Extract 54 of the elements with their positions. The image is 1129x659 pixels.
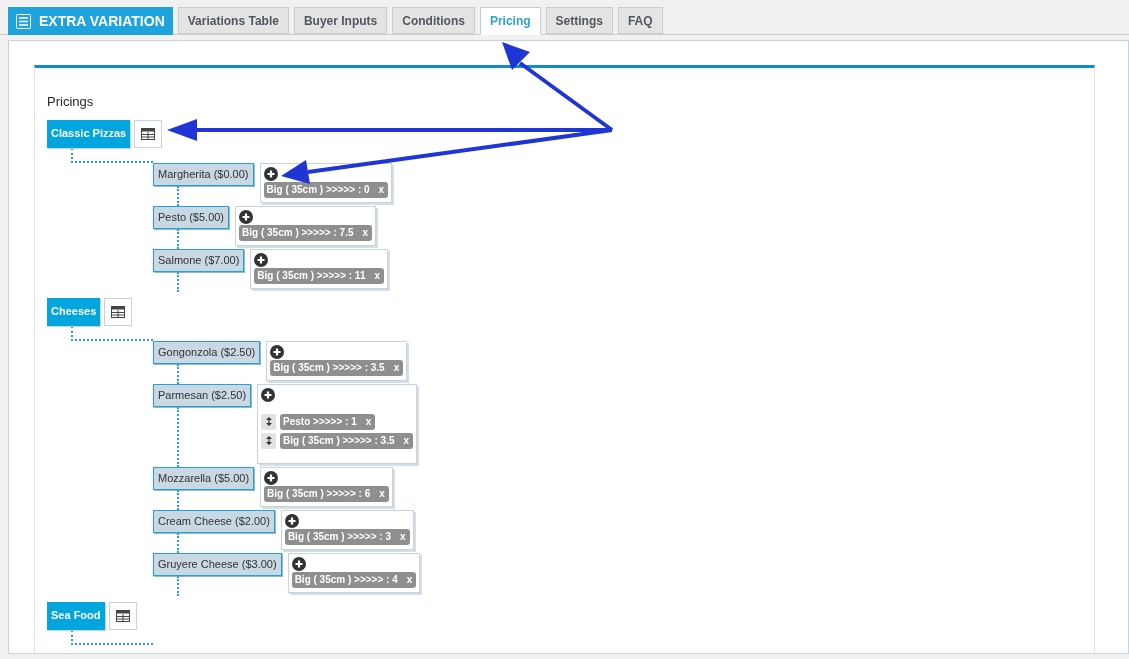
tab[interactable]: Settings <box>545 7 613 34</box>
price-rule-text: Big ( 35cm ) >>>>> : 3.5 <box>273 361 385 375</box>
brand-title: EXTRA VARIATION <box>39 11 165 31</box>
price-rule-text: Big ( 35cm ) >>>>> : 0 <box>266 183 370 197</box>
category-button[interactable]: Cheeses <box>47 297 101 326</box>
add-icon[interactable] <box>261 387 276 402</box>
option-label: Gruyere Cheese ($3.00) <box>153 552 282 576</box>
option-label: Salmone ($7.00) <box>153 248 245 272</box>
tab[interactable]: FAQ <box>617 7 663 34</box>
remove-button[interactable]: x <box>373 268 381 283</box>
remove-button[interactable]: x <box>378 486 386 501</box>
add-icon[interactable] <box>254 252 269 267</box>
remove-button[interactable]: x <box>402 433 411 448</box>
category-button[interactable]: Classic Pizzas <box>47 119 131 148</box>
option-label: Cream Cheese ($2.00) <box>153 509 275 533</box>
remove-button[interactable]: x <box>399 529 407 544</box>
add-icon[interactable] <box>264 470 279 485</box>
price-rule-text: Big ( 35cm ) >>>>> : 7.5 <box>242 226 354 240</box>
price-rule-text: Pesto >>>>> : 1 <box>283 415 357 429</box>
option-label: Pesto ($5.00) <box>153 205 230 229</box>
remove-button[interactable]: x <box>361 225 370 240</box>
remove-button[interactable]: x <box>364 414 373 429</box>
add-icon[interactable] <box>270 344 285 359</box>
tab[interactable]: Conditions <box>392 7 475 34</box>
option-label: Mozzarella ($5.00) <box>153 466 255 490</box>
price-rule-text: Big ( 35cm ) >>>>> : 6 <box>267 487 371 501</box>
remove-button[interactable]: x <box>392 360 401 375</box>
category-button[interactable]: Sea Food <box>47 601 105 630</box>
option-label: Parmesan ($2.50) <box>153 383 252 407</box>
add-icon[interactable] <box>284 513 299 528</box>
remove-button[interactable]: x <box>377 182 386 197</box>
add-icon[interactable] <box>263 166 278 181</box>
drag-handle[interactable] <box>261 413 277 430</box>
section-heading: Pricings <box>47 93 95 111</box>
remove-button[interactable]: x <box>405 572 414 587</box>
table-button[interactable] <box>134 119 163 148</box>
tab[interactable]: Variations Table <box>177 7 289 34</box>
table-icon <box>111 305 126 318</box>
tab[interactable]: Buyer Inputs <box>293 7 388 34</box>
option-label: Margherita ($0.00) <box>153 162 254 186</box>
table-button[interactable] <box>108 601 137 630</box>
table-icon <box>141 127 156 140</box>
price-rule-text: Big ( 35cm ) >>>>> : 4 <box>294 573 398 587</box>
add-icon[interactable] <box>239 209 254 224</box>
price-rule-text: Big ( 35cm ) >>>>> : 3.5 <box>283 434 395 448</box>
drag-handle[interactable] <box>261 432 277 449</box>
price-rule-text: Big ( 35cm ) >>>>> : 11 <box>257 269 366 283</box>
table-icon <box>115 609 130 622</box>
add-icon[interactable] <box>291 556 306 571</box>
option-label: Gongonzola ($2.50) <box>153 340 261 364</box>
table-button[interactable] <box>104 297 133 326</box>
tab[interactable]: Pricing <box>479 7 541 35</box>
price-rule-text: Big ( 35cm ) >>>>> : 3 <box>287 530 391 544</box>
list-icon <box>16 13 31 29</box>
